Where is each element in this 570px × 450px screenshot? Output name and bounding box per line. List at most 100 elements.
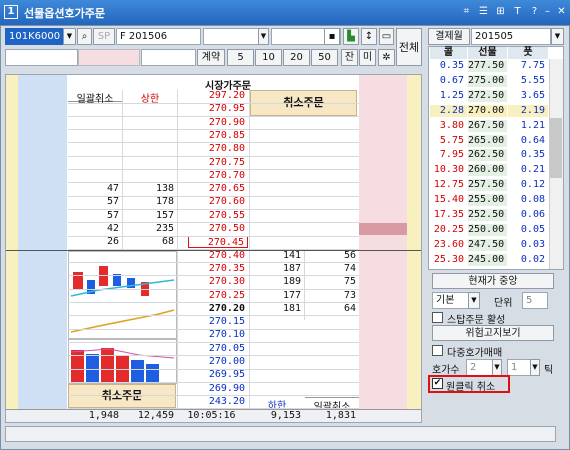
scroll-thumb[interactable] [550, 118, 562, 178]
grid-line [68, 315, 359, 317]
chevron-down-icon[interactable]: ▼ [258, 28, 269, 45]
updown-icon[interactable]: ↕ [361, 28, 377, 45]
pin-icon[interactable]: ⊞ [494, 5, 507, 18]
futures-strike[interactable]: 265.00 [468, 134, 507, 147]
futures-strike[interactable]: 272.50 [468, 89, 507, 102]
code-input[interactable]: 101K6000 [5, 28, 63, 45]
put-price[interactable]: 2.19 [508, 104, 548, 117]
jan-button[interactable]: 잔 [341, 49, 358, 66]
futures-strike[interactable]: 270.00 [468, 104, 507, 117]
bid-order-col[interactable] [359, 75, 407, 409]
grid-line [68, 341, 359, 343]
futures-strike[interactable]: 250.00 [468, 223, 507, 236]
call-price[interactable]: 12.75 [430, 179, 467, 191]
minimize-icon[interactable]: – [541, 5, 554, 18]
settings-icon[interactable]: ✲ [378, 49, 395, 66]
call-price[interactable]: 23.60 [430, 239, 467, 251]
put-price[interactable]: 3.65 [508, 90, 548, 102]
call-price[interactable]: 10.30 [430, 164, 467, 176]
call-price[interactable]: 20.25 [430, 224, 467, 236]
chevron-down-icon[interactable]: ▼ [468, 292, 480, 309]
call-price[interactable]: 0.35 [430, 60, 467, 72]
put-price[interactable]: 0.06 [508, 209, 548, 221]
square-icon[interactable]: ▪ [324, 28, 340, 45]
futures-strike[interactable]: 267.50 [468, 119, 507, 132]
grid-line [68, 102, 359, 104]
futures-strike[interactable]: 262.50 [468, 149, 507, 162]
footer-bid-cnt: 1,831 [325, 410, 356, 421]
expiry-select[interactable]: 201505 [471, 28, 551, 45]
call-price[interactable]: 15.40 [430, 194, 467, 206]
put-price[interactable]: 0.64 [508, 135, 548, 147]
scroll-up-icon[interactable] [178, 90, 188, 102]
futures-strike[interactable]: 277.50 [468, 60, 507, 72]
ask-qty-cell: 47 [106, 183, 119, 195]
volume-chart [68, 339, 177, 384]
call-price[interactable]: 0.67 [430, 75, 467, 87]
ask-qty-cell: 57 [106, 196, 119, 208]
mi-button[interactable]: 미 [359, 49, 376, 66]
futures-strike[interactable]: 257.50 [468, 179, 507, 192]
put-price[interactable]: 0.08 [508, 194, 548, 206]
qty-button-50[interactable]: 50 [311, 49, 338, 66]
futures-strike[interactable]: 252.50 [468, 209, 507, 221]
call-price[interactable]: 25.30 [430, 254, 467, 266]
search-icon[interactable]: ⌕ [77, 28, 92, 45]
font-icon[interactable]: T [511, 5, 524, 18]
center-price-button[interactable]: 현재가 중앙 [432, 273, 554, 289]
put-price[interactable]: 1.21 [508, 120, 548, 132]
qty-button-10[interactable]: 10 [255, 49, 282, 66]
help-icon[interactable]: ? [528, 5, 541, 18]
footer-bid-qty: 9,153 [270, 410, 301, 421]
put-price[interactable]: 5.55 [508, 75, 548, 87]
list-icon[interactable]: ☰ [477, 5, 490, 18]
put-price[interactable]: 0.05 [508, 224, 548, 236]
futures-strike[interactable]: 255.00 [468, 194, 507, 207]
link-icon[interactable]: ⌗ [460, 5, 473, 18]
futures-strike[interactable]: 275.00 [468, 74, 507, 87]
qty-button-5[interactable]: 5 [227, 49, 254, 66]
unit-input[interactable]: 5 [522, 292, 548, 309]
put-price[interactable]: 7.75 [508, 60, 548, 72]
chevron-down-icon[interactable]: ▼ [551, 28, 564, 45]
cancel-all-ask-button[interactable]: 일괄취소 [68, 90, 122, 105]
put-price[interactable]: 0.21 [508, 164, 548, 176]
close-icon[interactable]: ✕ [555, 5, 568, 18]
call-price[interactable]: 1.25 [430, 90, 467, 102]
qty-input[interactable] [5, 49, 78, 66]
chevron-down-icon[interactable]: ▼ [492, 359, 502, 376]
chevron-down-icon[interactable]: ▼ [63, 28, 76, 45]
call-price[interactable]: 5.75 [430, 135, 467, 147]
ask-order-col[interactable] [18, 75, 67, 409]
cancel-all-bid-button[interactable]: 일괄취소 [305, 397, 359, 413]
futures-strike[interactable]: 260.00 [468, 164, 507, 177]
futures-strike[interactable]: 247.50 [468, 238, 507, 251]
put-price[interactable]: 0.12 [508, 179, 548, 191]
put-price[interactable]: 0.03 [508, 239, 548, 251]
grid-line [68, 208, 359, 210]
price-cell: 297.20 [208, 90, 245, 101]
market-order-header[interactable]: 시장가주문 [178, 77, 278, 92]
chevron-down-icon[interactable]: ▼ [530, 359, 540, 376]
price-input[interactable] [78, 49, 140, 66]
put-price[interactable]: 0.02 [508, 254, 548, 266]
put-price[interactable]: 0.35 [508, 149, 548, 161]
chart-icon[interactable]: ▙ [343, 28, 359, 45]
multi-trade-checkbox[interactable] [432, 345, 443, 356]
qty-button-20[interactable]: 20 [283, 49, 310, 66]
price-input-2[interactable] [141, 49, 196, 66]
all-button[interactable]: 전체 [396, 28, 422, 66]
call-price[interactable]: 17.35 [430, 209, 467, 221]
refresh-icon[interactable]: ▭ [379, 28, 394, 45]
sp-button[interactable]: SP [93, 28, 115, 45]
stop-order-checkbox[interactable] [432, 312, 443, 323]
oneclick-checkbox[interactable]: ✔ [432, 378, 443, 389]
stop-order-label: 스탑주문 활성 [447, 315, 506, 326]
futures-strike[interactable]: 245.00 [468, 253, 507, 266]
call-price[interactable]: 3.80 [430, 120, 467, 132]
oneclick-label: 원클릭 취소 [446, 382, 496, 393]
call-price[interactable]: 2.28 [430, 104, 467, 117]
call-price[interactable]: 7.95 [430, 149, 467, 161]
risk-notice-button[interactable]: 위험고지보기 [432, 325, 554, 341]
price-cell: 270.20 [208, 302, 245, 314]
